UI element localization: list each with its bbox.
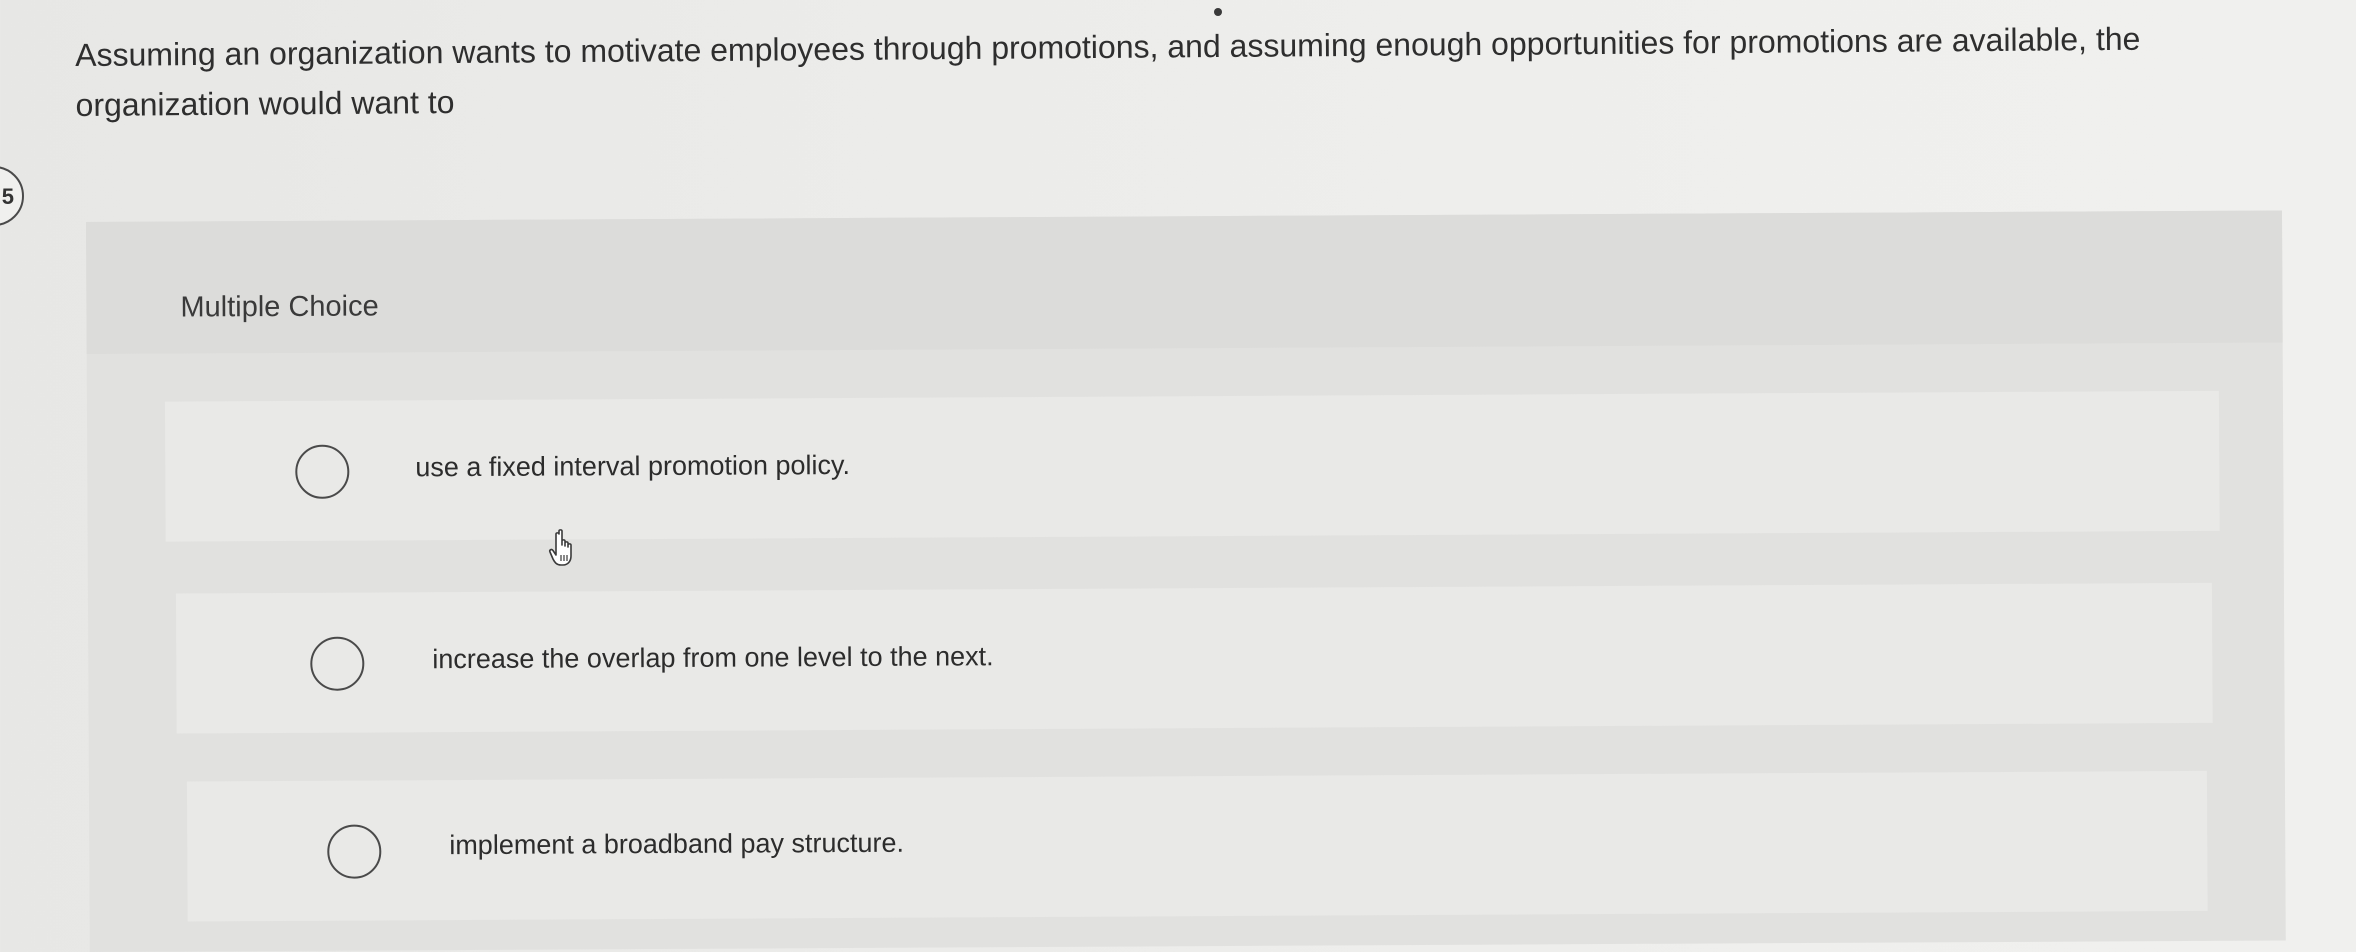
- question-text: Assuming an organization wants to motiva…: [75, 20, 2141, 123]
- choice-header: Multiple Choice: [86, 210, 2283, 354]
- answer-option-label[interactable]: increase the overlap from one level to t…: [432, 641, 993, 675]
- radio-button-icon[interactable]: [310, 636, 365, 691]
- radio-button-icon[interactable]: [327, 824, 382, 879]
- question-number: 5: [1, 184, 14, 209]
- answer-option-3[interactable]: implement a broadband pay structure.: [186, 770, 2208, 922]
- answer-option-label[interactable]: use a fixed interval promotion policy.: [415, 450, 850, 483]
- answer-option-1[interactable]: use a fixed interval promotion policy.: [164, 390, 2220, 542]
- answer-option-label[interactable]: implement a broadband pay structure.: [449, 828, 904, 861]
- question-type-label: Multiple Choice: [180, 290, 379, 324]
- radio-button-icon[interactable]: [295, 444, 350, 499]
- answer-option-2[interactable]: increase the overlap from one level to t…: [175, 582, 2213, 734]
- question-number-badge[interactable]: 5: [0, 166, 24, 226]
- multiple-choice-panel: Multiple Choice use a fixed interval pro…: [86, 210, 2286, 952]
- decorative-dot: [1214, 8, 1222, 16]
